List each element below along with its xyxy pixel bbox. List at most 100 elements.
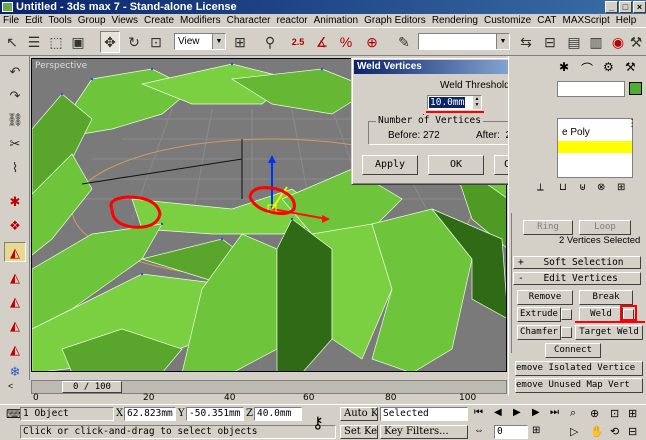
object-color-swatch[interactable]	[629, 82, 642, 95]
select-object-icon[interactable]: ↖	[2, 31, 22, 53]
rotate-icon[interactable]: ↻	[124, 31, 144, 53]
weld-button[interactable]: Weld	[579, 307, 623, 322]
scale-icon[interactable]: ⊡	[146, 31, 166, 53]
menu-rendering[interactable]: Rendering	[429, 14, 481, 27]
key-mode-select[interactable]: Selected	[380, 407, 468, 421]
close-button[interactable]: ×	[633, 1, 646, 13]
render-region-icon[interactable]: ◭	[4, 316, 26, 336]
menu-customize[interactable]: Customize	[481, 14, 534, 27]
quick-render-icon[interactable]: ❖	[4, 216, 26, 236]
curve-editor-icon[interactable]: ▥	[586, 31, 606, 53]
reference-coordinate-select[interactable]: View ▼	[174, 33, 226, 50]
remove-button[interactable]: Remove	[517, 290, 573, 305]
render-scene-icon[interactable]: ✱	[4, 192, 26, 212]
z-coordinate-field[interactable]: 40.0mm	[254, 407, 302, 421]
play-icon[interactable]: ▶	[513, 407, 521, 418]
pin-stack-icon[interactable]: ⟂	[537, 182, 544, 193]
minimize-button[interactable]: _	[605, 1, 618, 13]
menu-animation[interactable]: Animation	[311, 14, 361, 27]
menu-group[interactable]: Group	[75, 14, 109, 27]
x-coordinate-field[interactable]: 62.823mm	[124, 407, 176, 421]
menu-file[interactable]: File	[0, 14, 22, 27]
maximize-viewport-icon[interactable]: ⊟	[628, 425, 637, 438]
render-frame-icon[interactable]: ◭	[4, 340, 26, 360]
zoom-all-icon[interactable]: ⊕	[590, 407, 599, 420]
menu-tools[interactable]: Tools	[45, 14, 74, 27]
chamfer-settings-icon[interactable]	[561, 327, 572, 338]
extrude-button[interactable]: Extrude	[517, 307, 561, 322]
create-tab-icon[interactable]: ✱	[559, 60, 569, 74]
render-icon[interactable]: ⚒	[626, 31, 646, 53]
select-manipulate-icon[interactable]: ⚲	[260, 31, 280, 53]
menu-maxscript[interactable]: MAXScript	[559, 14, 612, 27]
hierarchy-tab-icon[interactable]: ⚙	[603, 60, 614, 74]
selected-subobject-highlight[interactable]	[558, 141, 632, 153]
zoom-extents-icon[interactable]: ⊡	[610, 407, 619, 420]
go-to-start-icon[interactable]: ⏮	[474, 407, 483, 418]
modifier-stack[interactable]: e Poly	[557, 118, 633, 178]
configure-sets-icon[interactable]: ⊞	[617, 182, 625, 193]
percent-snap-icon[interactable]: %	[336, 31, 356, 53]
viewport-label[interactable]: Perspective	[35, 61, 87, 71]
weld-threshold-spinner[interactable]: 10.0mm ▲ ▼	[427, 95, 482, 110]
material-editor-icon[interactable]: ◉	[608, 31, 628, 53]
ok-button[interactable]: OK	[428, 155, 484, 175]
connect-button[interactable]: Connect	[545, 343, 601, 358]
menu-help[interactable]: Help	[613, 14, 640, 27]
menu-cat[interactable]: CAT	[534, 14, 559, 27]
window-crossing-icon[interactable]: ▣	[68, 31, 88, 53]
target-weld-button[interactable]: Target Weld	[575, 325, 643, 340]
auto-key-button[interactable]: Auto Key	[340, 407, 378, 421]
pivot-center-icon[interactable]: ⊞	[230, 31, 250, 53]
show-end-result-icon[interactable]: ⊔	[559, 182, 567, 193]
modifier-stack-item[interactable]: e Poly	[562, 127, 590, 138]
go-to-end-icon[interactable]: ⏭	[550, 407, 559, 418]
menu-character[interactable]: Character	[224, 14, 274, 27]
environment-icon[interactable]: ❄	[4, 362, 26, 382]
menu-views[interactable]: Views	[109, 14, 142, 27]
angle-snap-icon[interactable]: ∡	[312, 31, 332, 53]
align-icon[interactable]: ⊟	[540, 31, 560, 53]
arc-rotate-icon[interactable]: ⟲	[610, 425, 619, 438]
edit-vertices-rollout[interactable]: - Edit Vertices	[513, 272, 641, 285]
time-prev-icon[interactable]: <	[8, 381, 13, 391]
link-icon[interactable]: ⛓	[4, 110, 26, 130]
loop-button[interactable]: Loop	[579, 220, 631, 235]
apply-button[interactable]: Apply	[362, 155, 418, 175]
render-last-icon[interactable]: ◭	[4, 268, 26, 288]
current-frame-field[interactable]: 0	[494, 425, 528, 439]
render-type-icon[interactable]: ◭	[4, 242, 26, 262]
menu-edit[interactable]: Edit	[22, 14, 45, 27]
remove-isolated-vertices-button[interactable]: emove Isolated Vertice	[515, 361, 643, 376]
rect-selection-icon[interactable]: ⬚	[46, 31, 66, 53]
spinner-snap-icon[interactable]: ⊕	[362, 31, 382, 53]
make-unique-icon[interactable]: ⊎	[579, 182, 586, 193]
break-button[interactable]: Break	[579, 290, 633, 305]
undo-icon[interactable]: ↶	[4, 62, 26, 82]
mirror-icon[interactable]: ⇆	[516, 31, 536, 53]
move-icon[interactable]: ✥	[100, 31, 120, 53]
layer-manager-icon[interactable]: ▤	[564, 31, 584, 53]
menu-create[interactable]: Create	[141, 14, 177, 27]
zoom-extents-all-icon[interactable]: ⊞	[628, 407, 637, 420]
menu-reactor[interactable]: reactor	[274, 14, 311, 27]
time-slider-thumb[interactable]: 0 / 100	[62, 381, 122, 393]
named-selection-set-select[interactable]: ▼	[418, 33, 510, 50]
field-of-view-icon[interactable]: ▷	[570, 425, 578, 438]
utilities-tab-icon[interactable]: ⚒	[625, 60, 636, 74]
zoom-icon[interactable]: ⌕	[570, 407, 576, 420]
key-filters-button[interactable]: Key Filters...	[380, 425, 468, 439]
key-mode-toggle-icon[interactable]: ⇔	[474, 425, 484, 436]
active-shade-icon[interactable]: ◭	[4, 292, 26, 312]
modify-tab-icon[interactable]: ⌒	[581, 60, 593, 77]
maximize-button[interactable]: □	[619, 1, 632, 13]
edit-named-selection-icon[interactable]: ✎	[394, 31, 414, 53]
time-configuration-icon[interactable]: ⊞	[532, 425, 540, 436]
select-by-name-icon[interactable]: ☰	[24, 31, 44, 53]
menu-modifiers[interactable]: Modifiers	[177, 14, 224, 27]
spinner-arrows-icon[interactable]: ▲ ▼	[473, 96, 481, 109]
previous-frame-icon[interactable]: ◀	[494, 407, 502, 418]
redo-icon[interactable]: ↷	[4, 86, 26, 106]
set-key-button[interactable]: Set Key	[340, 425, 378, 439]
unlink-icon[interactable]: ✂	[4, 134, 26, 154]
